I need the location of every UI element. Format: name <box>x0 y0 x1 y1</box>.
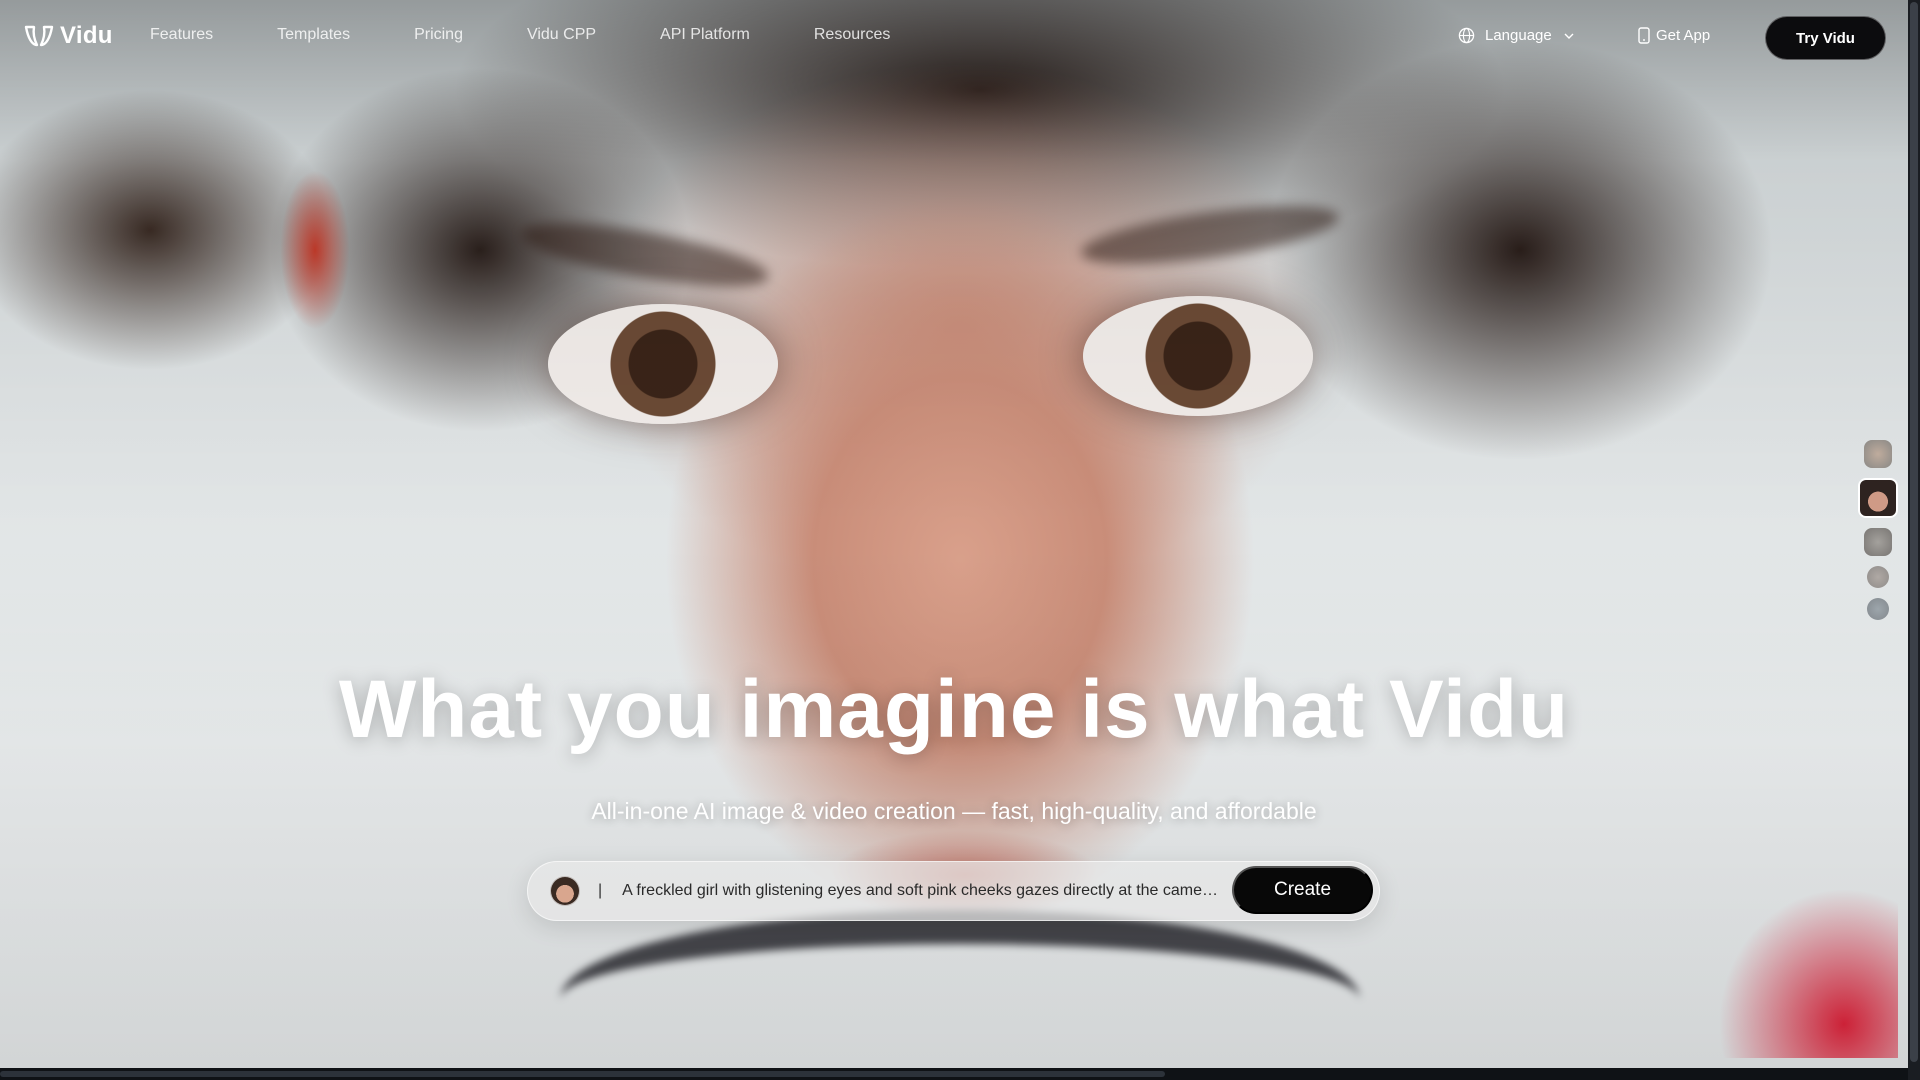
horizontal-scrollbar-thumb[interactable] <box>0 1071 1165 1077</box>
thumbnail-4[interactable] <box>1867 566 1889 588</box>
nav-link-vidu-cpp[interactable]: Vidu CPP <box>527 26 596 44</box>
try-vidu-button[interactable]: Try Vidu <box>1765 16 1886 60</box>
hero-headline: What you imagine is what Vidu <box>338 664 1570 755</box>
prompt-cursor: | <box>598 882 603 899</box>
jacket-collar <box>560 910 1360 1068</box>
nav-link-features[interactable]: Features <box>150 26 213 44</box>
hero-subheadline: All-in-one AI image & video creation — f… <box>591 798 1317 824</box>
hair-ribbon-accent <box>280 170 350 330</box>
vertical-scrollbar-thumb[interactable] <box>1910 2 1918 1062</box>
nav-link-resources[interactable]: Resources <box>814 26 890 44</box>
vidu-logo-icon <box>24 25 54 47</box>
brand-name: Vidu <box>60 22 113 49</box>
create-button[interactable]: Create <box>1232 866 1373 914</box>
get-app-label: Get App <box>1656 27 1711 44</box>
nav-link-pricing[interactable]: Pricing <box>414 26 463 44</box>
language-selector[interactable]: Language <box>1458 27 1576 44</box>
globe-icon <box>1458 27 1475 44</box>
prompt-reference-avatar[interactable] <box>550 876 580 906</box>
right-eye <box>1083 296 1313 416</box>
left-eyebrow <box>517 210 773 300</box>
prompt-input[interactable]: A freckled girl with glistening eyes and… <box>622 882 1222 900</box>
top-navigation: Vidu Features Templates Pricing Vidu CPP… <box>0 0 1908 76</box>
prompt-bar[interactable]: | A freckled girl with glistening eyes a… <box>527 861 1380 921</box>
thumbnail-rail <box>1856 440 1900 620</box>
thumbnail-3[interactable] <box>1864 528 1892 556</box>
jacket-red-accent <box>1718 888 1898 1058</box>
nav-link-api-platform[interactable]: API Platform <box>660 26 750 44</box>
left-eye <box>548 304 778 424</box>
nav-link-templates[interactable]: Templates <box>277 26 350 44</box>
right-eyebrow <box>1078 194 1342 276</box>
thumbnail-5[interactable] <box>1867 598 1889 620</box>
brand-logo[interactable]: Vidu <box>24 22 113 50</box>
phone-icon <box>1638 27 1650 44</box>
thumbnail-2-active[interactable] <box>1858 478 1898 518</box>
horizontal-scrollbar[interactable] <box>0 1068 1908 1080</box>
language-label: Language <box>1485 27 1552 44</box>
main-nav-links: Features Templates Pricing Vidu CPP API … <box>150 26 890 44</box>
vertical-scrollbar[interactable] <box>1908 0 1920 1080</box>
get-app-link[interactable]: Get App <box>1638 27 1710 44</box>
thumbnail-1[interactable] <box>1864 440 1892 468</box>
chevron-down-icon <box>1564 33 1574 39</box>
